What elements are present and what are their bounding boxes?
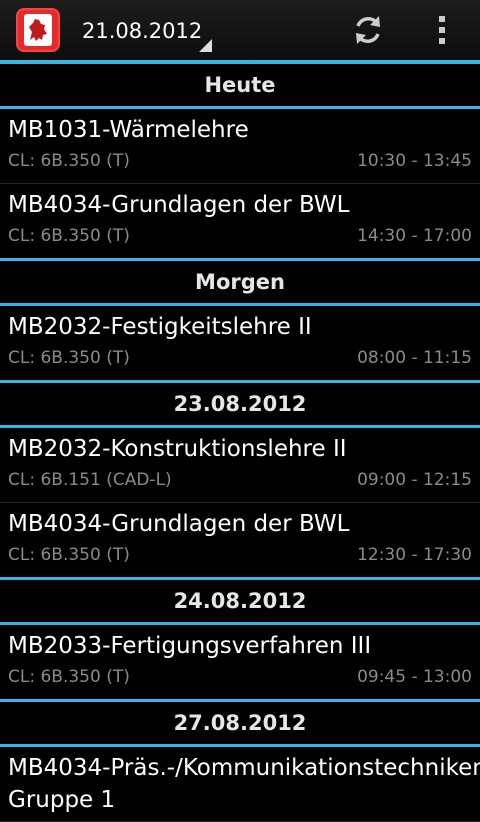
course-room: CL: 6B.350 (T) xyxy=(8,545,130,565)
section-header: 24.08.2012 xyxy=(0,580,480,625)
list-item[interactable]: MB4034-Präs.-/Kommunikationstechniken Gr… xyxy=(0,747,480,822)
app-icon[interactable] xyxy=(16,8,60,52)
course-room: CL: 6B.350 (T) xyxy=(8,151,130,171)
course-room: CL: 6B.350 (T) xyxy=(8,226,130,246)
course-title-continued: Gruppe 1 xyxy=(8,787,116,813)
list-item[interactable]: MB2032-Konstruktionslehre II CL: 6B.151 … xyxy=(0,428,480,503)
course-time: 08:00 - 11:15 xyxy=(357,348,472,368)
course-title: MB2033-Fertigungsverfahren III xyxy=(8,633,372,659)
course-time: 14:30 - 17:00 xyxy=(357,226,472,246)
berlin-bear-icon xyxy=(24,14,52,46)
section-header: Heute xyxy=(0,64,480,109)
action-bar: 21.08.2012 xyxy=(0,0,480,60)
course-title: MB2032-Konstruktionslehre II xyxy=(8,436,347,462)
course-time: 10:30 - 13:45 xyxy=(357,151,472,171)
course-title: MB4034-Grundlagen der BWL xyxy=(8,192,350,218)
spinner-arrow-icon xyxy=(199,39,212,52)
date-spinner[interactable]: 21.08.2012 xyxy=(66,6,216,56)
refresh-icon xyxy=(356,16,380,44)
schedule-list[interactable]: Heute MB1031-Wärmelehre CL: 6B.350 (T) 1… xyxy=(0,64,480,822)
course-room: CL: 6B.350 (T) xyxy=(8,667,130,687)
course-title: MB2032-Festigkeitslehre II xyxy=(8,314,312,340)
course-time: 09:00 - 12:15 xyxy=(357,470,472,490)
list-item[interactable]: MB2032-Festigkeitslehre II CL: 6B.350 (T… xyxy=(0,306,480,383)
overflow-menu-button[interactable] xyxy=(424,8,460,52)
section-header: 23.08.2012 xyxy=(0,383,480,428)
course-title: MB1031-Wärmelehre xyxy=(8,117,249,143)
section-header: Morgen xyxy=(0,261,480,306)
overflow-menu-icon xyxy=(439,16,445,44)
course-time: 09:45 - 13:00 xyxy=(357,667,472,687)
refresh-button[interactable] xyxy=(346,8,390,52)
course-room: CL: 6B.151 (CAD-L) xyxy=(8,470,172,490)
course-room: CL: 6B.350 (T) xyxy=(8,348,130,368)
course-time: 12:30 - 17:30 xyxy=(357,545,472,565)
course-title: MB4034-Präs.-/Kommunikationstechniken xyxy=(8,755,480,781)
list-item[interactable]: MB2033-Fertigungsverfahren III CL: 6B.35… xyxy=(0,625,480,702)
date-label: 21.08.2012 xyxy=(82,19,203,43)
list-item[interactable]: MB1031-Wärmelehre CL: 6B.350 (T) 10:30 -… xyxy=(0,109,480,184)
section-header: 27.08.2012 xyxy=(0,702,480,747)
course-title: MB4034-Grundlagen der BWL xyxy=(8,511,350,537)
list-item[interactable]: MB4034-Grundlagen der BWL CL: 6B.350 (T)… xyxy=(0,184,480,261)
list-item[interactable]: MB4034-Grundlagen der BWL CL: 6B.350 (T)… xyxy=(0,503,480,580)
